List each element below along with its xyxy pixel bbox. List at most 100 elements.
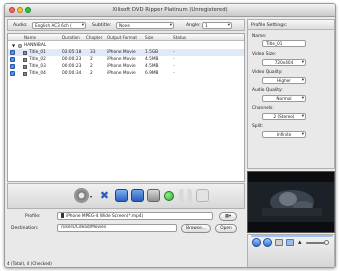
row-format: iPhone Movie — [107, 57, 136, 62]
column-size[interactable]: Size — [145, 35, 153, 40]
table-row[interactable]: ✓ Title_04 00:00:34 2 iPhone Movie 6.9MB… — [8, 70, 244, 77]
file-list: Name Duration Chapter Output Format Size… — [7, 33, 245, 182]
iphone-icon — [61, 213, 64, 218]
row-name: Title_01 — [29, 50, 46, 55]
snapshot-icon[interactable] — [275, 239, 283, 246]
audio-quality-label: Audio Quality: — [252, 88, 283, 93]
channels-label: Channels: — [252, 106, 274, 111]
start-convert-icon[interactable] — [164, 191, 174, 201]
preview-frame — [248, 172, 334, 232]
row-chapter: 33 — [90, 50, 96, 55]
player-controls: ▴ — [247, 234, 335, 267]
profile-select[interactable]: iPhone MPEG-4 Wide Screen(*.mp4) — [57, 212, 213, 220]
table-row[interactable]: ✓ Title_02 00:00:23 2 iPhone Movie 4.5MB… — [8, 56, 244, 63]
video-preview — [247, 171, 335, 233]
split-label: Split: — [252, 124, 264, 129]
seek-bar[interactable] — [251, 235, 333, 237]
track-toolbar: Audio: English AC3 6ch ( Subtitle: None … — [7, 19, 245, 31]
row-chapter: 2 — [90, 64, 93, 69]
table-row[interactable]: ✓ Title_03 00:00:23 2 iPhone Movie 4.5MB… — [8, 63, 244, 70]
stop-playback-icon[interactable] — [263, 238, 272, 247]
profile-value: iPhone MPEG-4 Wide Screen(*.mp4) — [66, 214, 144, 219]
audio-select[interactable]: English AC3 6ch ( — [32, 22, 86, 29]
row-name: Title_03 — [29, 64, 46, 69]
subtitle-label: Subtitle: — [92, 23, 112, 28]
dropdown-arrow-icon[interactable]: ▾ — [90, 194, 92, 199]
row-duration: 02:05:18 — [62, 50, 82, 55]
video-size-select[interactable]: 720x404 — [262, 59, 306, 66]
row-duration: 00:00:23 — [62, 64, 82, 69]
row-format: iPhone Movie — [107, 64, 136, 69]
output-panel: Profile: iPhone MPEG-4 Wide Screen(*.mp4… — [7, 210, 245, 260]
column-output-format[interactable]: Output Format — [107, 35, 137, 40]
volume-knob[interactable] — [324, 240, 329, 245]
row-size: 4.5MB — [145, 64, 159, 69]
volume-icon: ▴ — [298, 238, 302, 246]
channels-select[interactable]: 2 (Stereo) — [262, 113, 306, 120]
column-duration[interactable]: Duration — [62, 35, 80, 40]
remove-icon[interactable]: ✖ — [98, 189, 111, 202]
profile-settings-panel: Profile Settings: Name: Title_01 Video S… — [247, 19, 335, 169]
clip-icon[interactable] — [131, 189, 144, 202]
settings-gear-icon[interactable] — [74, 188, 89, 203]
destination-label: Destination: — [11, 226, 39, 231]
subtitle-select[interactable]: None — [116, 22, 174, 29]
profile-menu-button[interactable]: ▦▾ — [219, 212, 237, 221]
row-size: 1.5GB — [145, 50, 159, 55]
video-size-label: Video Size: — [252, 52, 277, 57]
table-row[interactable]: ✓ Title_01 02:05:18 33 iPhone Movie 1.5G… — [8, 49, 244, 56]
column-chapter[interactable]: Chapter — [86, 35, 102, 40]
row-format: iPhone Movie — [107, 50, 136, 55]
row-duration: 00:00:23 — [62, 57, 82, 62]
name-input[interactable]: Title_01 — [262, 40, 306, 47]
split-select[interactable]: Infinite — [262, 131, 306, 138]
film-icon — [23, 50, 27, 55]
row-format: iPhone Movie — [107, 71, 136, 76]
open-button[interactable]: Open — [215, 224, 237, 233]
film-icon — [23, 71, 27, 76]
profile-settings-header: Profile Settings: — [248, 20, 334, 30]
row-checkbox[interactable]: ✓ — [10, 57, 15, 62]
app-window: Xilisoft DVD Ripper Platinum (Unregister… — [4, 3, 336, 268]
file-list-header: Name Duration Chapter Output Format Size… — [8, 34, 244, 41]
row-chapter: 2 — [90, 57, 93, 62]
video-quality-select[interactable]: Higher — [262, 77, 306, 84]
video-quality-label: Video Quality: — [252, 70, 283, 75]
browse-button[interactable]: Browse... — [181, 224, 211, 233]
destination-input[interactable]: /Users/Cdead/Movies — [57, 224, 177, 232]
row-size: 6.9MB — [145, 71, 159, 76]
audio-label: Audio: — [13, 23, 28, 28]
group-row[interactable]: ▼ HANNIBAL — [8, 42, 244, 49]
film-icon — [23, 57, 27, 62]
name-label: Name: — [252, 34, 267, 39]
action-toolbar: ▾ ✖ — [7, 183, 245, 209]
row-size: 4.5MB — [145, 57, 159, 62]
row-duration: 00:00:34 — [62, 71, 82, 76]
add-segment-icon[interactable] — [115, 189, 128, 202]
row-status: - — [173, 71, 175, 76]
volume-slider[interactable] — [306, 242, 326, 244]
folder-icon[interactable] — [286, 239, 294, 246]
angle-select[interactable]: 1 — [202, 22, 232, 29]
row-chapter: 2 — [90, 71, 93, 76]
column-status[interactable]: Status — [173, 35, 186, 40]
row-checkbox[interactable]: ✓ — [10, 50, 15, 55]
angle-label: Angle: — [186, 23, 201, 28]
title-bar: Xilisoft DVD Ripper Platinum (Unregister… — [5, 4, 335, 17]
row-name: Title_02 — [29, 57, 46, 62]
row-checkbox[interactable]: ✓ — [10, 64, 15, 69]
pause-icon[interactable] — [179, 189, 192, 202]
window-title: Xilisoft DVD Ripper Platinum (Unregister… — [112, 7, 228, 13]
play-icon[interactable] — [252, 238, 261, 247]
disclosure-triangle-icon[interactable]: ▼ — [12, 43, 15, 48]
stop-icon[interactable] — [196, 189, 209, 202]
merge-icon[interactable] — [147, 189, 160, 202]
disc-icon — [18, 43, 22, 48]
row-checkbox[interactable]: ✓ — [10, 71, 15, 76]
audio-quality-select[interactable]: Normal — [262, 95, 306, 102]
group-name: HANNIBAL — [24, 43, 47, 48]
row-status: - — [173, 50, 175, 55]
column-name[interactable]: Name — [24, 35, 36, 40]
row-name: Title_04 — [29, 71, 46, 76]
row-status: - — [173, 64, 175, 69]
